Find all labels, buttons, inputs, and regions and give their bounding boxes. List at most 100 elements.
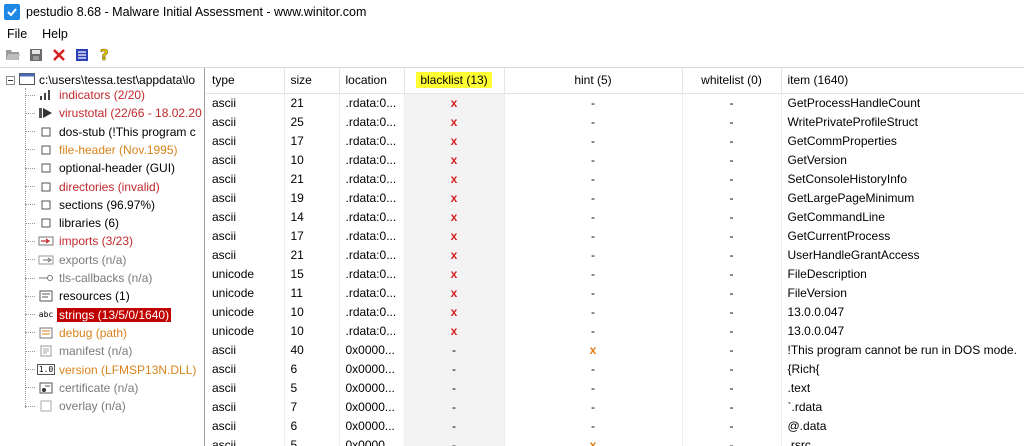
tree-branch (25, 149, 35, 151)
table-row[interactable]: ascii 17 .rdata:0... x - - GetCommProperties (206, 131, 1024, 150)
tree-item-directories[interactable]: directories (invalid) (25, 178, 162, 196)
table-row[interactable]: ascii 40 0x0000... - x - !This program cannot … (206, 340, 1024, 359)
menu-help[interactable]: Help (35, 27, 76, 41)
cell-type-text: ascii (212, 437, 237, 446)
tree-item-certificate[interactable]: certificate (n/a) (25, 379, 140, 397)
cell-whitelist-text: - (729, 361, 734, 376)
table-row[interactable]: ascii 6 0x0000... - - - @.data (206, 416, 1024, 435)
tree-item-exports[interactable]: exports (n/a) (25, 251, 128, 269)
column-size[interactable]: size (284, 68, 340, 94)
tree-item-dos-stub[interactable]: dos-stub (!This program c (25, 123, 198, 141)
bars-icon (37, 88, 55, 102)
cell-size: 7 (284, 397, 340, 416)
cell-blacklist: x (404, 245, 505, 264)
cell-size: 25 (284, 112, 340, 131)
cell-type: ascii (206, 435, 285, 446)
tree-item-overlay[interactable]: overlay (n/a) (25, 397, 128, 415)
tree-item-file-header[interactable]: file-header (Nov.1995) (25, 141, 180, 159)
cell-item-text: 13.0.0.047 (787, 323, 845, 338)
cell-location-text: 0x0000... (345, 437, 395, 446)
tree-item-debug[interactable]: debug (path) (25, 324, 129, 342)
cell-whitelist: - (682, 93, 782, 112)
tree-item-virustotal[interactable]: virustotal (22/66 - 18.02.20 (25, 104, 204, 122)
column-location[interactable]: location (339, 68, 405, 94)
blacklist-mark-icon: x (450, 152, 458, 167)
certificate-icon (37, 381, 55, 395)
cell-item-text: .rsrc (787, 437, 811, 446)
table-row[interactable]: unicode 11 .rdata:0... x - - FileVersion (206, 283, 1024, 302)
column-whitelist[interactable]: whitelist (0) (682, 68, 782, 94)
cell-hint-text: - (591, 304, 595, 319)
cell-hint-text: - (591, 209, 595, 224)
column-blacklist[interactable]: blacklist (13) (404, 68, 505, 94)
table-row[interactable]: ascii 6 0x0000... - - - {Rich{ (206, 359, 1024, 378)
table-row[interactable]: ascii 5 0x0000... - x - .rsrc (206, 435, 1024, 446)
tree-item-indicators[interactable]: indicators (2/20) (25, 86, 147, 104)
cell-whitelist: - (682, 169, 782, 188)
table-row[interactable]: ascii 5 0x0000... - - - .text (206, 378, 1024, 397)
table-row[interactable]: unicode 15 .rdata:0... x - - FileDescription (206, 264, 1024, 283)
table-row[interactable]: ascii 14 .rdata:0... x - - GetCommandLine (206, 207, 1024, 226)
cell-type: ascii (206, 188, 285, 207)
column-hint[interactable]: hint (5) (504, 68, 683, 94)
table-row[interactable]: ascii 21 .rdata:0... x - - UserHandleGrantAcce… (206, 245, 1024, 264)
tree-item-manifest[interactable]: manifest (n/a) (25, 342, 134, 360)
cell-item: FileVersion (781, 283, 1024, 302)
blacklist-mark-icon: x (450, 247, 458, 262)
list-icon[interactable] (73, 47, 90, 64)
tree-item-optional-header[interactable]: optional-header (GUI) (25, 159, 177, 177)
tree-item-sections[interactable]: sections (96.97%) (25, 196, 157, 214)
tree-item-libraries[interactable]: libraries (6) (25, 214, 121, 232)
table-row[interactable]: ascii 25 .rdata:0... x - - WritePrivateProfile… (206, 112, 1024, 131)
table-row[interactable]: ascii 21 .rdata:0... x - - SetConsoleHistoryIn… (206, 169, 1024, 188)
collapse-icon[interactable] (6, 75, 15, 85)
menu-file[interactable]: File (0, 27, 35, 41)
cell-blacklist: x (404, 188, 505, 207)
cell-type: unicode (206, 264, 285, 283)
cell-hint: - (504, 150, 683, 169)
cell-location-text: .rdata:0... (345, 266, 397, 281)
hint-mark-icon: x (589, 437, 597, 446)
cell-hint-text: - (591, 266, 595, 281)
cell-hint: - (504, 245, 683, 264)
cell-hint-text: - (591, 114, 595, 129)
tree-item-label: dos-stub (!This program c (59, 124, 196, 139)
table-row[interactable]: unicode 10 .rdata:0... x - - 13.0.0.047 (206, 321, 1024, 340)
tree-item-version[interactable]: 1.0 version (LFMSP13N.DLL) (25, 361, 198, 379)
cell-type: ascii (206, 340, 285, 359)
cell-whitelist: - (682, 264, 782, 283)
table-row[interactable]: ascii 19 .rdata:0... x - - GetLargePageMinimum (206, 188, 1024, 207)
save-icon[interactable] (27, 47, 44, 64)
column-item[interactable]: item (1640) (781, 68, 1024, 94)
table-row[interactable]: ascii 17 .rdata:0... x - - GetCurrentProcess (206, 226, 1024, 245)
tree-branch (25, 277, 35, 279)
cell-hint: - (504, 188, 683, 207)
cell-item: !This program cannot be run in DOS mode. (781, 340, 1024, 359)
tree-panel: c:\users\tessa.test\appdata\lo indicator… (0, 67, 205, 446)
cell-hint: - (504, 226, 683, 245)
blacklist-mark-icon: x (450, 228, 458, 243)
help-icon[interactable]: ? (96, 47, 113, 64)
cell-hint: - (504, 283, 683, 302)
app-checkmark-icon (4, 4, 20, 20)
cell-type: unicode (206, 302, 285, 321)
cell-item: 13.0.0.047 (781, 302, 1024, 321)
table-row[interactable]: ascii 10 .rdata:0... x - - GetVersion (206, 150, 1024, 169)
tree-item-tls-callbacks[interactable]: tls-callbacks (n/a) (25, 269, 154, 287)
cell-type: ascii (206, 397, 285, 416)
cell-whitelist: - (682, 226, 782, 245)
open-icon[interactable] (4, 47, 21, 64)
cell-type-text: ascii (212, 361, 237, 376)
tree-item-strings[interactable]: abc strings (13/5/0/1640) (25, 306, 172, 324)
cell-size: 21 (284, 169, 340, 188)
close-icon[interactable] (50, 47, 67, 64)
link-icon (37, 271, 55, 285)
table-row[interactable]: ascii 21 .rdata:0... x - - GetProcessHandleCou… (206, 93, 1024, 112)
column-type[interactable]: type (206, 68, 285, 94)
cell-type-text: ascii (212, 190, 237, 205)
table-row[interactable]: unicode 10 .rdata:0... x - - 13.0.0.047 (206, 302, 1024, 321)
tree-item-resources[interactable]: resources (1) (25, 287, 132, 305)
tree-branch (25, 350, 35, 352)
tree-item-imports[interactable]: imports (3/23) (25, 232, 135, 250)
table-row[interactable]: ascii 7 0x0000... - - - `.rdata (206, 397, 1024, 416)
